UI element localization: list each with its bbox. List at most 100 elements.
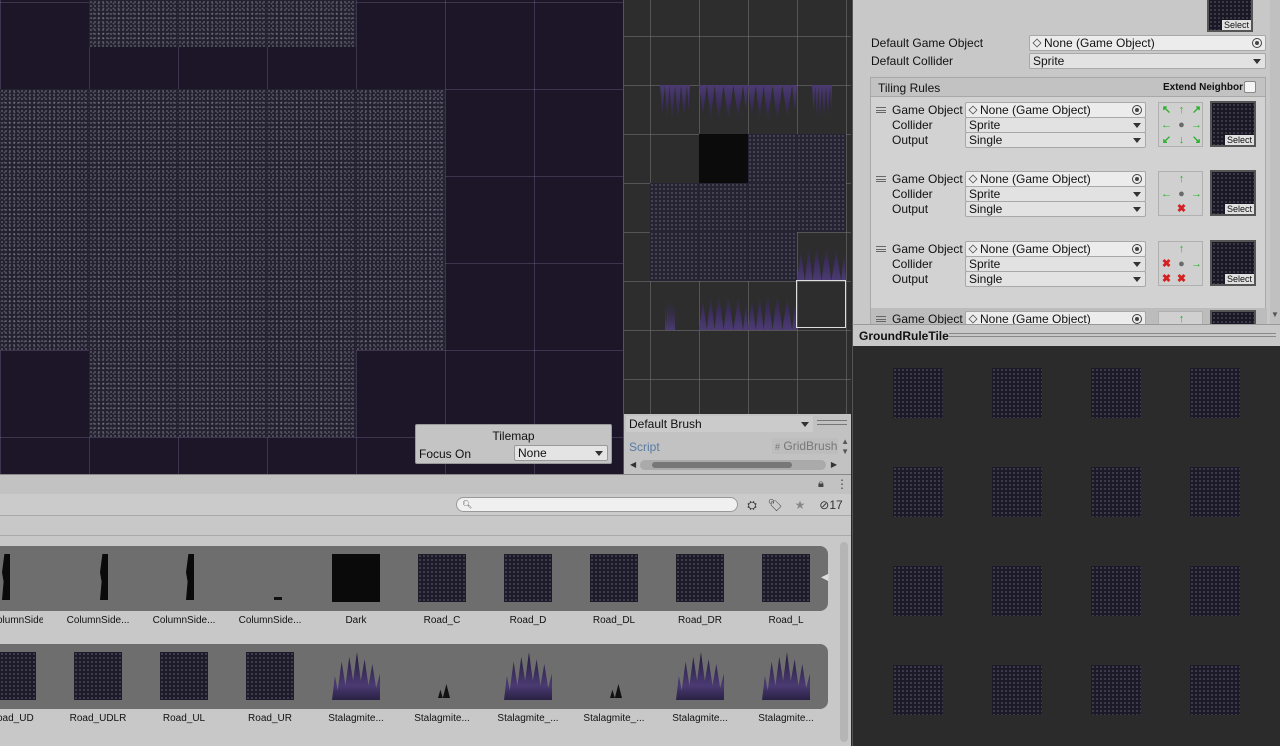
default-sprite-preview[interactable]: Select: [1207, 0, 1253, 32]
palette-tile[interactable]: [650, 85, 699, 134]
arrow-down-left-icon[interactable]: ↙: [1159, 133, 1174, 148]
rule-game-object-field[interactable]: None (Game Object): [965, 171, 1146, 187]
inspector-scrollbar[interactable]: ▼: [1270, 0, 1280, 324]
rule-sprite-preview[interactable]: Select: [1210, 240, 1256, 286]
tile-palette[interactable]: [623, 0, 851, 414]
arrow-up-left-icon[interactable]: ↖: [1159, 103, 1174, 118]
rule-sprite-preview[interactable]: Select: [1210, 170, 1256, 216]
filter-by-label-icon[interactable]: 🏷︎: [765, 496, 785, 514]
drag-handle-icon[interactable]: [817, 420, 847, 425]
scroll-right-icon[interactable]: ▶: [831, 460, 837, 469]
palette-tile[interactable]: [650, 232, 699, 281]
arrow-up-icon[interactable]: ↑: [1174, 103, 1189, 118]
rule-output-dropdown[interactable]: Single: [965, 201, 1146, 217]
arrow-up-icon[interactable]: ↑: [1174, 312, 1189, 324]
drag-handle-icon[interactable]: [876, 246, 886, 252]
preview-tile: [992, 566, 1042, 616]
rule-game-object-field[interactable]: None (Game Object): [965, 102, 1146, 118]
rule-game-object-field[interactable]: None (Game Object): [965, 311, 1146, 324]
cross-icon[interactable]: ✖: [1159, 272, 1174, 287]
scroll-down-icon[interactable]: ▼: [841, 447, 849, 456]
rule-collider-dropdown[interactable]: Sprite: [965, 186, 1146, 202]
focus-on-dropdown[interactable]: None: [514, 445, 608, 461]
scroll-up-icon[interactable]: ▲: [841, 437, 849, 446]
scene-view[interactable]: Tilemap Focus On None: [0, 0, 623, 474]
arrow-down-icon[interactable]: ↓: [1174, 133, 1189, 148]
palette-tile[interactable]: [699, 134, 748, 183]
palette-tile[interactable]: [748, 281, 797, 330]
more-options-icon[interactable]: ⋮: [836, 477, 848, 491]
cross-icon[interactable]: ✖: [1174, 272, 1189, 287]
rule-sprite-preview[interactable]: [1210, 310, 1256, 324]
select-button[interactable]: Select: [1224, 204, 1254, 214]
palette-tile[interactable]: [797, 232, 846, 281]
lock-icon[interactable]: 🔒︎: [818, 478, 824, 491]
favorite-star-icon[interactable]: ★: [790, 496, 810, 514]
palette-tile[interactable]: [797, 85, 846, 134]
arrow-down-right-icon[interactable]: ↘: [1189, 133, 1204, 148]
arrow-left-icon[interactable]: ←: [1159, 187, 1174, 202]
arrow-left-icon[interactable]: ←: [1159, 118, 1174, 133]
palette-tile[interactable]: [699, 232, 748, 281]
object-picker-icon[interactable]: [1132, 174, 1142, 184]
palette-tile[interactable]: [699, 85, 748, 134]
arrow-up-icon[interactable]: ↑: [1174, 242, 1189, 257]
drag-handle-icon[interactable]: [949, 333, 1276, 337]
filter-by-type-icon[interactable]: ⛭: [742, 496, 762, 514]
rule-sprite-preview[interactable]: Select: [1210, 101, 1256, 147]
arrow-right-icon[interactable]: →: [1189, 257, 1204, 272]
arrow-right-icon[interactable]: →: [1189, 187, 1204, 202]
default-game-object-field[interactable]: None (Game Object): [1029, 35, 1266, 51]
scroll-left-icon[interactable]: ◀: [630, 460, 636, 469]
palette-tile[interactable]: [650, 281, 699, 330]
palette-tile[interactable]: [748, 134, 797, 183]
hidden-packages-toggle[interactable]: ⊘17: [814, 496, 848, 514]
neighbor-rule-grid[interactable]: ↑ ← ● → ✖: [1158, 171, 1203, 216]
object-picker-icon[interactable]: [1132, 105, 1142, 115]
rule-collider-dropdown[interactable]: Sprite: [965, 117, 1146, 133]
palette-tile[interactable]: [699, 183, 748, 232]
palette-tile[interactable]: [748, 183, 797, 232]
horizontal-scrollbar[interactable]: [640, 460, 826, 470]
brush-dropdown[interactable]: Default Brush: [626, 416, 813, 432]
rule-collider-dropdown[interactable]: Sprite: [965, 256, 1146, 272]
arrow-right-icon[interactable]: →: [1189, 118, 1204, 133]
palette-tile[interactable]: [699, 281, 748, 330]
select-button[interactable]: Select: [1224, 135, 1254, 145]
arrow-up-icon[interactable]: ↑: [1174, 172, 1189, 187]
rule-output-dropdown[interactable]: Single: [965, 132, 1146, 148]
preview-tile: [1190, 467, 1240, 517]
drag-handle-icon[interactable]: [876, 316, 886, 322]
drag-handle-icon[interactable]: [876, 176, 886, 182]
arrow-up-right-icon[interactable]: ↗: [1189, 103, 1204, 118]
scrollbar-thumb[interactable]: [652, 462, 792, 468]
project-asset-grid[interactable]: ◀ olumnSide... ColumnSide... ColumnSide.…: [0, 536, 851, 746]
rule-game-object-field[interactable]: None (Game Object): [965, 241, 1146, 257]
palette-tile[interactable]: [748, 85, 797, 134]
search-input[interactable]: 🔍︎: [456, 497, 738, 512]
neighbor-rule-grid[interactable]: ↑ ✖ ● → ✖ ✖: [1158, 241, 1203, 286]
palette-tile[interactable]: [650, 183, 699, 232]
neighbor-rule-grid[interactable]: ↖ ↑ ↗ ← ● → ↙ ↓ ↘: [1158, 102, 1203, 147]
cross-icon[interactable]: ✖: [1159, 257, 1174, 272]
script-field[interactable]: # GridBrush: [772, 438, 838, 454]
preview-tile: [893, 665, 943, 715]
object-picker-icon[interactable]: [1252, 38, 1262, 48]
rule-output-dropdown[interactable]: Single: [965, 271, 1146, 287]
default-collider-dropdown[interactable]: Sprite: [1029, 53, 1266, 69]
object-picker-icon[interactable]: [1132, 244, 1142, 254]
collapse-arrow-icon[interactable]: ◀: [821, 572, 829, 583]
palette-tile[interactable]: [748, 232, 797, 281]
extend-neighbor-checkbox[interactable]: [1244, 81, 1256, 93]
neighbor-rule-grid[interactable]: ↑: [1158, 311, 1203, 324]
project-scrollbar[interactable]: [840, 542, 848, 742]
preview-header[interactable]: GroundRuleTile: [852, 324, 1280, 346]
select-button[interactable]: Select: [1221, 20, 1251, 30]
drag-handle-icon[interactable]: [876, 107, 886, 113]
object-picker-icon[interactable]: [1132, 314, 1142, 324]
scroll-down-icon[interactable]: ▼: [1271, 310, 1279, 319]
select-button[interactable]: Select: [1224, 274, 1254, 284]
palette-tile[interactable]: [797, 183, 846, 232]
cross-icon[interactable]: ✖: [1174, 202, 1189, 217]
palette-tile[interactable]: [797, 134, 846, 183]
